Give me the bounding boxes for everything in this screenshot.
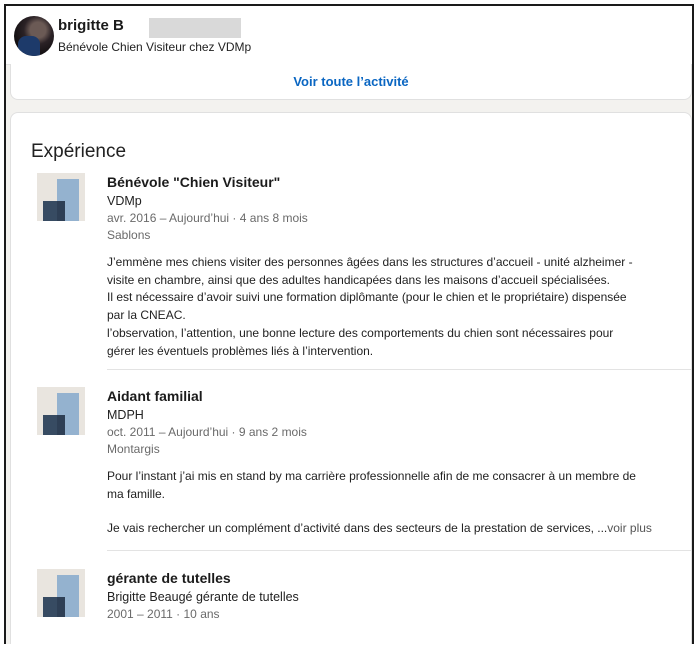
position-description: Pour l’instant j’ai mis en stand by ma c… (107, 468, 687, 538)
company-name: MDPH (107, 408, 144, 422)
description-line: Je vais rechercher un complément d’activ… (107, 520, 687, 538)
description-line: J’emmène mes chiens visiter des personne… (107, 255, 633, 269)
description-line: visite en chambre, ainsi que des adultes… (107, 272, 610, 287)
description-line: l’observation, l’attention, une bonne le… (107, 325, 614, 340)
description-line: ma famille. (107, 486, 166, 501)
date-range: 2001 – 2011 · 10 ans (107, 607, 220, 621)
location: Sablons (107, 228, 151, 242)
date-range: avr. 2016 – Aujourd’hui · 4 ans 8 mois (107, 211, 308, 225)
company-logo-icon[interactable] (37, 569, 85, 617)
see-all-activity-link[interactable]: Voir toute l’activité (11, 74, 691, 89)
avatar[interactable] (14, 16, 54, 56)
location: Montargis (107, 442, 160, 456)
profile-headline: Bénévole Chien Visiteur chez VDMp (58, 40, 252, 54)
divider (107, 369, 691, 370)
description-line: gérer les éventuels problèmes liés à l’i… (107, 343, 374, 358)
company-name: Brigitte Beaugé gérante de tutelles (107, 590, 299, 604)
see-more-link[interactable]: voir plus (607, 521, 652, 535)
experience-section: Expérience Bénévole "Chien Visiteur" VDM… (10, 112, 692, 644)
position-title[interactable]: Bénévole "Chien Visiteur" (107, 173, 687, 192)
position-description: J’emmène mes chiens visiter des personne… (107, 254, 687, 360)
profile-sticky-header: brigitte B Bénévole Chien Visiteur chez … (6, 6, 692, 65)
section-title: Expérience (31, 141, 127, 162)
position-title[interactable]: gérante de tutelles (107, 569, 687, 588)
activity-card: Voir toute l’activité (10, 64, 692, 100)
company-name: VDMp (107, 194, 142, 208)
profile-page: brigitte B Bénévole Chien Visiteur chez … (4, 4, 694, 644)
description-text: Je vais rechercher un complément d’activ… (107, 521, 608, 536)
redacted-name-block (149, 18, 241, 38)
divider (107, 550, 691, 551)
date-range: oct. 2011 – Aujourd’hui · 9 ans 2 mois (107, 425, 307, 439)
description-line: Pour l’instant j’ai mis en stand by ma c… (107, 469, 636, 483)
company-logo-icon[interactable] (37, 173, 85, 221)
description-line: par la CNEAC. (107, 308, 186, 323)
company-logo-icon[interactable] (37, 387, 85, 435)
description-line: Il est nécessaire d’avoir suivi une form… (107, 290, 627, 305)
profile-name[interactable]: brigitte B (58, 17, 124, 34)
position-title[interactable]: Aidant familial (107, 387, 687, 406)
